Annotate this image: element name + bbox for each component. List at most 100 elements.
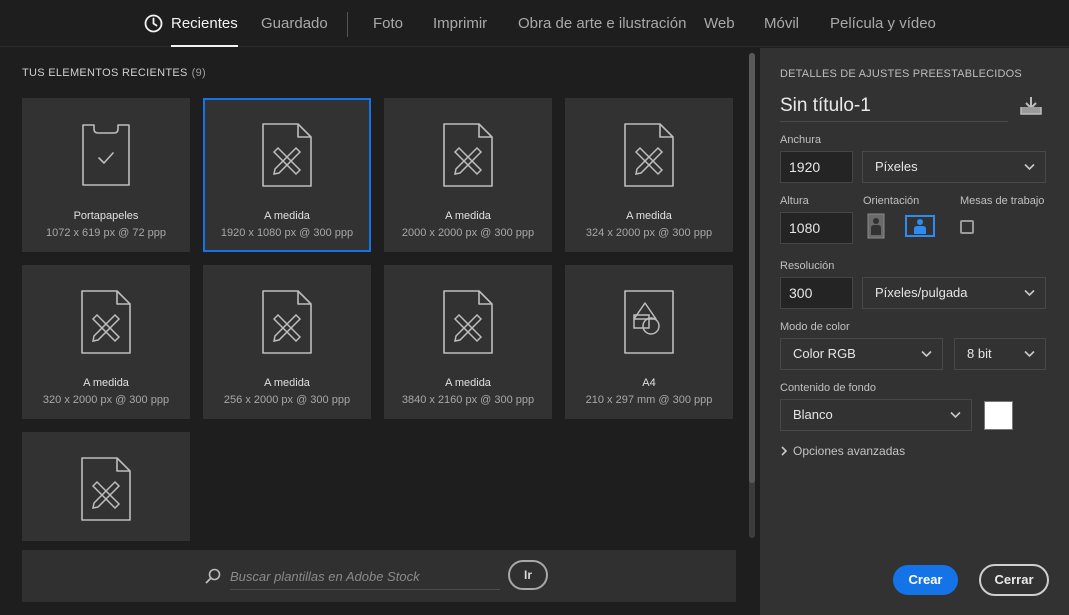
tab-recientes[interactable]: Recientes bbox=[144, 0, 238, 47]
chevron-down-icon bbox=[950, 411, 961, 419]
color-mode-label: Modo de color bbox=[780, 321, 850, 333]
advanced-options-toggle[interactable]: Opciones avanzadas bbox=[780, 444, 905, 458]
landscape-orientation-icon[interactable] bbox=[905, 213, 935, 239]
width-unit-select[interactable]: Píxeles bbox=[862, 151, 1046, 183]
document-name-field[interactable]: Sin título-1 bbox=[780, 95, 1008, 122]
orientation-label: Orientación bbox=[863, 195, 920, 207]
recent-item-a-medida[interactable] bbox=[22, 432, 190, 541]
width-label: Anchura bbox=[780, 134, 821, 146]
tab-label: Móvil bbox=[764, 15, 800, 32]
tab-guardado[interactable]: Guardado bbox=[261, 0, 328, 47]
resolution-input[interactable]: 300 bbox=[780, 277, 853, 309]
recent-section-title: TUS ELEMENTOS RECIENTES (9) bbox=[22, 67, 206, 79]
tab-obra-de-arte[interactable]: Obra de arte e ilustración bbox=[518, 0, 686, 47]
width-input[interactable]: 1920 bbox=[780, 151, 853, 183]
clock-icon bbox=[144, 14, 163, 33]
custom-document-icon bbox=[443, 123, 493, 187]
item-dimensions: 320 x 2000 px @ 300 ppp bbox=[42, 394, 170, 406]
recent-item-a-medida[interactable]: A medida 2000 x 2000 px @ 300 ppp bbox=[384, 98, 552, 252]
item-name: A medida bbox=[445, 377, 491, 389]
item-name: A4 bbox=[642, 377, 656, 389]
custom-document-icon bbox=[262, 290, 312, 354]
tab-separator bbox=[347, 12, 348, 37]
tab-pelicula-y-video[interactable]: Película y vídeo bbox=[830, 0, 936, 47]
recent-item-a4[interactable]: A4 210 x 297 mm @ 300 ppp bbox=[565, 265, 733, 419]
item-dimensions: 256 x 2000 px @ 300 ppp bbox=[223, 394, 351, 406]
search-go-button[interactable]: Ir bbox=[508, 560, 548, 590]
artboards-label: Mesas de trabajo bbox=[960, 195, 1045, 207]
recent-item-a-medida[interactable]: A medida 256 x 2000 px @ 300 ppp bbox=[203, 265, 371, 419]
tab-foto[interactable]: Foto bbox=[373, 0, 403, 47]
item-name: A medida bbox=[83, 377, 129, 389]
custom-document-icon bbox=[443, 290, 493, 354]
create-button[interactable]: Crear bbox=[893, 565, 958, 595]
chevron-down-icon bbox=[921, 350, 932, 358]
advanced-options-label: Opciones avanzadas bbox=[793, 444, 906, 458]
item-name: A medida bbox=[626, 210, 672, 222]
custom-document-icon bbox=[81, 290, 131, 354]
close-button[interactable]: Cerrar bbox=[979, 564, 1049, 596]
custom-document-icon bbox=[262, 123, 312, 187]
item-dimensions: 3840 x 2160 px @ 300 ppp bbox=[401, 394, 535, 406]
select-value: Píxeles bbox=[875, 159, 918, 174]
height-input[interactable]: 1080 bbox=[780, 212, 853, 244]
custom-document-icon bbox=[81, 457, 131, 521]
chevron-down-icon bbox=[1024, 289, 1035, 297]
tab-label: Guardado bbox=[261, 15, 328, 32]
item-name: A medida bbox=[445, 210, 491, 222]
tab-label: Obra de arte e ilustración bbox=[518, 15, 687, 32]
item-dimensions: 324 x 2000 px @ 300 ppp bbox=[585, 227, 713, 239]
tab-label: Foto bbox=[373, 15, 404, 32]
tab-movil[interactable]: Móvil bbox=[764, 0, 799, 47]
category-tab-bar: Recientes Guardado Foto Imprimir Obra de… bbox=[0, 0, 1069, 47]
preset-details-panel: DETALLES DE AJUSTES PREESTABLECIDOS Sin … bbox=[760, 48, 1069, 615]
recent-scrollbar[interactable] bbox=[749, 53, 755, 538]
recent-item-a-medida[interactable]: A medida 324 x 2000 px @ 300 ppp bbox=[565, 98, 733, 252]
custom-document-icon bbox=[624, 123, 674, 187]
recent-item-a-medida[interactable]: A medida 3840 x 2160 px @ 300 ppp bbox=[384, 265, 552, 419]
chevron-down-icon bbox=[1024, 163, 1035, 171]
chevron-down-icon bbox=[1024, 350, 1035, 358]
tab-label: Imprimir bbox=[433, 15, 488, 32]
select-value: Blanco bbox=[793, 407, 833, 422]
section-title-text: TUS ELEMENTOS RECIENTES bbox=[22, 67, 188, 79]
select-value: Color RGB bbox=[793, 346, 856, 361]
background-label: Contenido de fondo bbox=[780, 382, 877, 394]
scroll-thumb[interactable] bbox=[749, 53, 755, 483]
height-label: Altura bbox=[780, 195, 809, 207]
stock-search-bar: Ir bbox=[22, 550, 736, 602]
color-mode-select[interactable]: Color RGB bbox=[780, 338, 943, 370]
resolution-label: Resolución bbox=[780, 260, 835, 272]
tab-web[interactable]: Web bbox=[704, 0, 735, 47]
recent-item-a-medida[interactable]: A medida 320 x 2000 px @ 300 ppp bbox=[22, 265, 190, 419]
search-input[interactable] bbox=[230, 564, 500, 590]
portrait-orientation-icon[interactable] bbox=[863, 213, 889, 239]
artboards-checkbox[interactable] bbox=[960, 220, 974, 234]
select-value: 8 bit bbox=[967, 346, 992, 361]
search-icon bbox=[205, 568, 221, 584]
resolution-unit-select[interactable]: Píxeles/pulgada bbox=[862, 277, 1046, 309]
item-dimensions: 1920 x 1080 px @ 300 ppp bbox=[220, 227, 354, 239]
item-dimensions: 2000 x 2000 px @ 300 ppp bbox=[401, 227, 535, 239]
item-name: A medida bbox=[264, 377, 310, 389]
shapes-document-icon bbox=[624, 290, 674, 354]
background-select[interactable]: Blanco bbox=[780, 399, 972, 431]
item-name: A medida bbox=[264, 210, 310, 222]
clipboard-icon bbox=[82, 124, 130, 186]
background-color-swatch[interactable] bbox=[984, 401, 1013, 430]
recent-item-portapapeles[interactable]: Portapapeles 1072 x 619 px @ 72 ppp bbox=[22, 98, 190, 252]
panel-title: DETALLES DE AJUSTES PREESTABLECIDOS bbox=[780, 68, 1022, 80]
tab-label: Web bbox=[704, 15, 735, 32]
recent-item-a-medida-selected[interactable]: A medida 1920 x 1080 px @ 300 ppp bbox=[203, 98, 371, 252]
bit-depth-select[interactable]: 8 bit bbox=[954, 338, 1046, 370]
tab-imprimir[interactable]: Imprimir bbox=[433, 0, 487, 47]
item-dimensions: 210 x 297 mm @ 300 ppp bbox=[585, 394, 713, 406]
item-name: Portapapeles bbox=[73, 210, 139, 222]
recent-count: (9) bbox=[191, 67, 206, 79]
item-dimensions: 1072 x 619 px @ 72 ppp bbox=[45, 227, 167, 239]
recent-items-area: TUS ELEMENTOS RECIENTES (9) Portapapeles … bbox=[0, 48, 760, 615]
save-preset-icon[interactable] bbox=[1019, 96, 1043, 116]
tab-label: Recientes bbox=[171, 15, 238, 32]
select-value: Píxeles/pulgada bbox=[875, 285, 968, 300]
chevron-right-icon bbox=[781, 446, 788, 456]
